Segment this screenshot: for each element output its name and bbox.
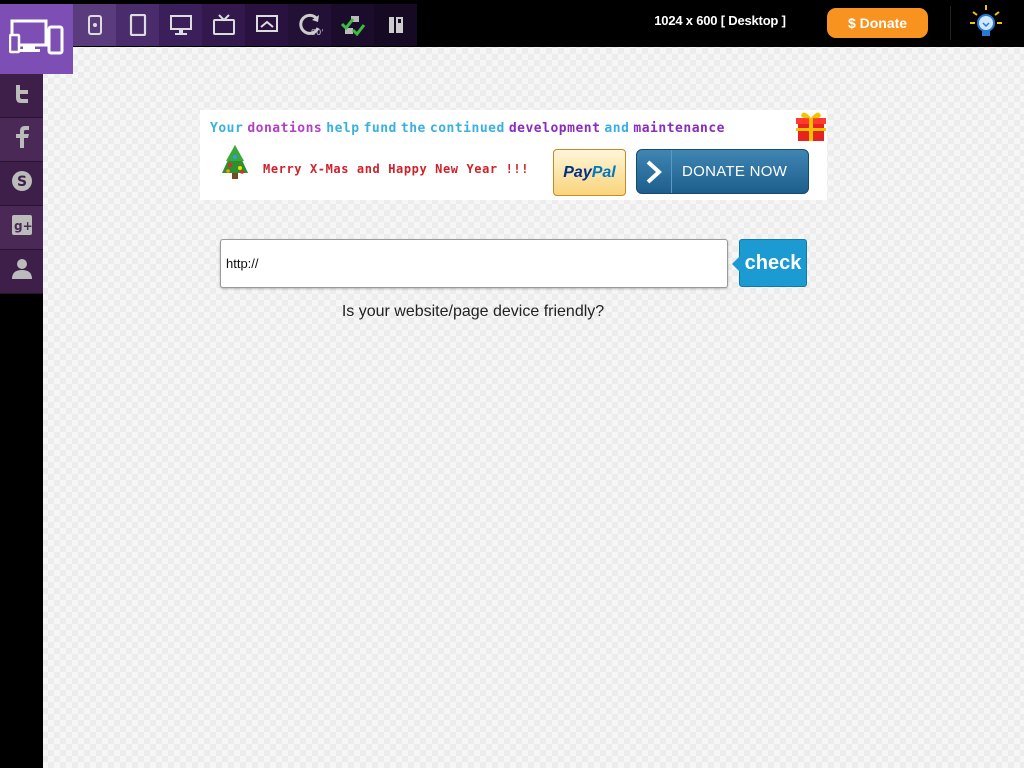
- tool-tablet[interactable]: [116, 4, 159, 46]
- resolution-label: 1024 x 600 [ Desktop ]: [654, 13, 786, 28]
- headline-word: maintenance: [633, 121, 725, 136]
- tool-desktop[interactable]: [159, 4, 202, 46]
- responsive-devices-icon: [8, 17, 65, 62]
- tool-cast[interactable]: [245, 4, 288, 46]
- headline-word: fund: [363, 121, 397, 136]
- lightbulb-button[interactable]: [968, 4, 1004, 42]
- tv-icon: [212, 14, 236, 36]
- holiday-greeting: Merry X-Mas and Happy New Year !!!: [263, 162, 530, 176]
- twitter-icon: [12, 83, 32, 108]
- donation-banner: Your donations help fund the continued develop…: [200, 110, 827, 200]
- headline-word: development: [508, 121, 601, 136]
- headline-word: the: [400, 121, 426, 136]
- facebook-button[interactable]: [0, 118, 43, 162]
- check-button[interactable]: check: [732, 239, 807, 287]
- google-plus-button[interactable]: g+: [0, 206, 43, 250]
- tool-check[interactable]: [331, 4, 374, 46]
- headline-word: donations: [247, 121, 323, 136]
- desktop-monitor-icon: [169, 14, 193, 36]
- headline-word: Your: [210, 121, 244, 136]
- skype-icon: S: [11, 170, 33, 197]
- top-bar: 90° 1024 x 600 [ Desktop ] $ Donate: [0, 0, 1024, 47]
- app-logo[interactable]: [0, 4, 73, 74]
- skype-button[interactable]: S: [0, 162, 43, 206]
- donate-now-button[interactable]: DONATE NOW: [636, 149, 809, 194]
- chevron-right-icon: [637, 150, 672, 193]
- paypal-pay-text: Pay: [563, 163, 592, 181]
- headline-word: continued: [429, 121, 505, 136]
- svg-text:g+: g+: [14, 219, 33, 233]
- rotate-90-label: 90°: [311, 28, 323, 37]
- banner-headline: Your donations help fund the continued develop…: [210, 121, 729, 136]
- rotate-90-icon: 90°: [297, 13, 323, 37]
- svg-text:S: S: [17, 174, 27, 190]
- headline-word: and: [604, 121, 630, 136]
- header-divider: [950, 6, 951, 40]
- google-plus-icon: g+: [11, 214, 33, 241]
- facebook-icon: [14, 126, 30, 153]
- url-input[interactable]: [220, 239, 728, 288]
- device-toolbar: 90°: [73, 4, 417, 46]
- tool-tv[interactable]: [202, 4, 245, 46]
- user-button[interactable]: [0, 250, 43, 294]
- tool-book[interactable]: [374, 4, 417, 46]
- lightbulb-icon: [968, 5, 1004, 46]
- donate-now-label: DONATE NOW: [682, 163, 788, 180]
- check-network-icon: [340, 14, 365, 36]
- tablet-icon: [129, 14, 147, 36]
- social-links: S g+: [0, 74, 43, 294]
- book-icon: [386, 15, 406, 35]
- twitter-button[interactable]: [0, 74, 43, 118]
- tool-rotate[interactable]: 90°: [288, 4, 331, 46]
- donate-button[interactable]: $ Donate: [827, 8, 928, 38]
- gift-icon: [796, 110, 826, 142]
- phone-portrait-icon: [87, 15, 103, 35]
- headline-word: help: [326, 121, 360, 136]
- tool-phone[interactable]: [73, 4, 116, 46]
- paypal-button[interactable]: Pay Pal: [553, 149, 626, 196]
- christmas-tree-icon: [218, 143, 252, 183]
- user-icon: [11, 258, 33, 285]
- screen-cast-icon: [255, 14, 279, 36]
- tagline: Is your website/page device friendly?: [341, 303, 605, 320]
- paypal-pal-text: Pal: [591, 163, 616, 181]
